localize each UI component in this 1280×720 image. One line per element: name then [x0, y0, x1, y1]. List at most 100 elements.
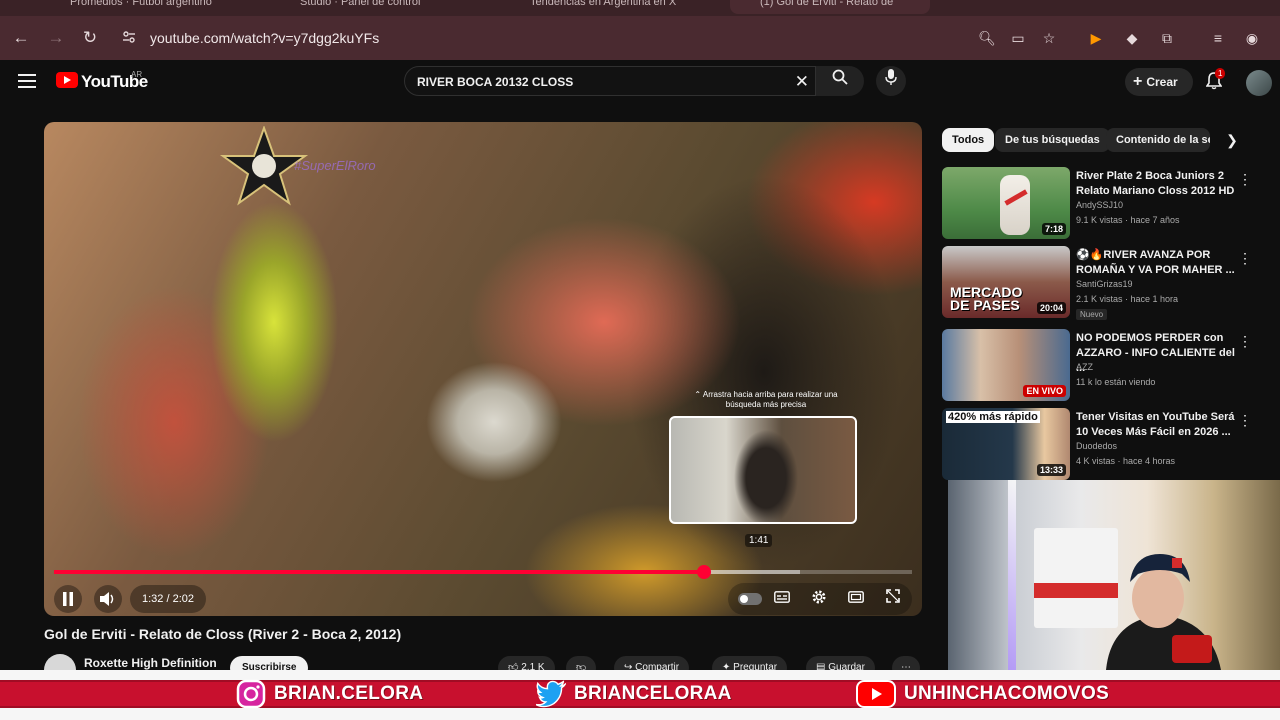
- more-options-icon[interactable]: ⋮: [1238, 250, 1252, 266]
- search-input[interactable]: RIVER BOCA 20132 CLOSS ✕: [404, 66, 816, 96]
- youtube-play-icon: [856, 679, 896, 709]
- channel-name[interactable]: Duodedos: [1076, 441, 1117, 451]
- plus-icon: +: [1133, 73, 1143, 90]
- social-banner: BRIAN.CELORA BRIANCELORAA UNHINCHACOMOVO…: [0, 670, 1280, 720]
- video-thumbnail[interactable]: MERCADO DE PASES 20:04: [942, 246, 1070, 318]
- address-bar[interactable]: youtube.com/watch?v=y7dgg2kuYFs: [112, 22, 1072, 54]
- browser-tabstrip: Promedios · Futbol argentino Studio · Pa…: [0, 0, 1280, 16]
- browser-tab[interactable]: Promedios · Futbol argentino: [40, 0, 240, 14]
- video-title[interactable]: NO PODEMOS PERDER con AZZARO - INFO CALI…: [1076, 331, 1236, 376]
- site-settings-icon[interactable]: [122, 30, 138, 46]
- thumbnail-caption: 420% más rápido: [946, 411, 1040, 423]
- extension-diamond-icon[interactable]: ◆: [1122, 28, 1142, 48]
- notifications-button[interactable]: 1: [1205, 68, 1226, 92]
- youtube-logo-icon[interactable]: [56, 72, 78, 88]
- screen: Promedios · Futbol argentino Studio · Pa…: [0, 0, 1280, 720]
- time-display: 1:32 / 2:02: [130, 585, 206, 613]
- zoom-icon[interactable]: 🔍︎: [977, 28, 997, 48]
- forward-icon[interactable]: →: [44, 26, 68, 50]
- search-icon: [832, 69, 848, 85]
- channel-name[interactable]: AZZ: [1076, 362, 1093, 372]
- video-watermark: #SuperElRoro: [294, 158, 376, 173]
- autoplay-toggle[interactable]: [738, 593, 762, 605]
- reload-icon[interactable]: ↻: [78, 26, 102, 50]
- search-button[interactable]: [816, 66, 864, 96]
- twitter-text: BRIANCELORAA: [574, 683, 732, 704]
- video-duration: 13:33: [1036, 464, 1066, 476]
- video-meta: 9.1 K vistas · hace 7 años: [1076, 215, 1180, 225]
- browser-toolbar: ← → ↻ youtube.com/watch?v=y7dgg2kuYFs 🔍︎…: [0, 16, 1280, 60]
- extensions-puzzle-icon[interactable]: ⧉: [1157, 28, 1177, 48]
- instagram-text: BRIAN.CELORA: [274, 683, 424, 704]
- browser-tab[interactable]: Studio · Panel de control: [270, 0, 470, 14]
- channel-name[interactable]: Roxette High Definition: [84, 656, 217, 670]
- scrubber-handle[interactable]: [697, 565, 712, 579]
- notification-count-badge: 1: [1215, 68, 1226, 79]
- seek-hint-text: ⌃ Arrastra hacia arriba para realizar un…: [694, 390, 838, 409]
- theater-mode-icon[interactable]: [846, 589, 866, 609]
- youtube-handle: UNHINCHACOMOVOS: [856, 674, 1109, 714]
- webcam-overlay: [948, 480, 1280, 670]
- chevron-right-icon[interactable]: ❯: [1222, 130, 1242, 150]
- recommendation-item[interactable]: 420% más rápido 13:33 Tener Visitas en Y…: [942, 408, 1262, 484]
- video-player[interactable]: #SuperElRoro ⌃ Arrastra hacia arriba par…: [44, 122, 922, 616]
- create-button[interactable]: + Crear: [1125, 68, 1193, 96]
- search-value: RIVER BOCA 20132 CLOSS: [417, 75, 574, 89]
- video-thumbnail[interactable]: 420% más rápido 13:33: [942, 408, 1070, 480]
- new-badge: Nuevo: [1076, 309, 1108, 320]
- country-code: AR: [131, 70, 143, 79]
- chip-all[interactable]: Todos: [942, 128, 995, 152]
- browser-tab-active[interactable]: (1) Gol de Erviti - Relato de: [730, 0, 930, 14]
- video-meta: 4 K vistas · hace 4 horas: [1076, 456, 1176, 466]
- channel-name[interactable]: SantiGrizas19: [1076, 279, 1133, 289]
- youtube-text: UNHINCHACOMOVOS: [904, 683, 1110, 704]
- progress-bar[interactable]: [54, 565, 912, 579]
- bookmark-star-icon[interactable]: ☆: [1039, 28, 1059, 48]
- instagram-icon: [236, 679, 266, 709]
- progress-played: [54, 570, 705, 574]
- clear-search-icon[interactable]: ✕: [795, 72, 809, 92]
- volume-button[interactable]: [94, 585, 122, 613]
- recommendation-item[interactable]: EN VIVO NO PODEMOS PERDER con AZZARO - I…: [942, 329, 1262, 405]
- video-thumbnail[interactable]: EN VIVO: [942, 329, 1070, 401]
- menu-icon[interactable]: [18, 74, 36, 88]
- profile-icon[interactable]: ◉: [1242, 28, 1262, 48]
- voice-search-button[interactable]: [876, 66, 906, 96]
- chip-from-your-searches[interactable]: De tus búsquedas: [995, 128, 1110, 152]
- back-icon[interactable]: ←: [9, 26, 33, 50]
- live-badge: EN VIVO: [1023, 385, 1066, 397]
- player-right-controls: [728, 583, 912, 615]
- video-duration: 7:18: [1041, 223, 1066, 235]
- seek-preview-time: 1:41: [745, 534, 773, 547]
- video-meta: 2.1 K vistas · hace 1 hora: [1076, 294, 1179, 304]
- create-label: Crear: [1146, 75, 1178, 89]
- youtube-header: YouTube AR RIVER BOCA 20132 CLOSS ✕ + Cre…: [0, 60, 1280, 104]
- account-avatar[interactable]: [1246, 70, 1272, 96]
- led-light: [1008, 480, 1016, 670]
- extension-play-icon[interactable]: ▶: [1086, 28, 1106, 48]
- recommendation-item[interactable]: MERCADO DE PASES 20:04 ⚽🔥RIVER AVANZA PO…: [942, 246, 1262, 322]
- video-title[interactable]: ⚽🔥RIVER AVANZA POR ROMAÑA Y VA POR MAHER…: [1076, 248, 1236, 278]
- twitter-bird-icon: [536, 679, 566, 709]
- video-title[interactable]: River Plate 2 Boca Juniors 2 Relato Mari…: [1076, 169, 1236, 199]
- recommendation-item[interactable]: 7:18 River Plate 2 Boca Juniors 2 Relato…: [942, 167, 1262, 243]
- more-options-icon[interactable]: ⋮: [1238, 171, 1252, 187]
- more-options-icon[interactable]: ⋮: [1238, 412, 1252, 428]
- twitter-handle: BRIANCELORAA: [536, 674, 732, 714]
- streamer: [1106, 554, 1221, 670]
- video-thumbnail[interactable]: 7:18: [942, 167, 1070, 239]
- browser-tab[interactable]: Tendencias en Argentina en X: [500, 0, 710, 14]
- chip-related-content[interactable]: Contenido de la se: [1106, 128, 1210, 152]
- subtitles-icon[interactable]: [772, 589, 792, 609]
- reading-list-icon[interactable]: ≡: [1208, 28, 1228, 48]
- cast-icon[interactable]: ▭: [1008, 28, 1028, 48]
- more-options-icon[interactable]: ⋮: [1238, 333, 1252, 349]
- channel-name[interactable]: AndySSJ10: [1076, 200, 1123, 210]
- settings-gear-icon[interactable]: [809, 589, 829, 609]
- seek-preview-thumbnail: [669, 416, 857, 524]
- fullscreen-icon[interactable]: [883, 589, 903, 609]
- volume-icon: [100, 592, 114, 606]
- url-text: youtube.com/watch?v=y7dgg2kuYFs: [150, 30, 380, 46]
- video-title[interactable]: Tener Visitas en YouTube Será 10 Veces M…: [1076, 410, 1236, 440]
- pause-button[interactable]: [54, 585, 82, 613]
